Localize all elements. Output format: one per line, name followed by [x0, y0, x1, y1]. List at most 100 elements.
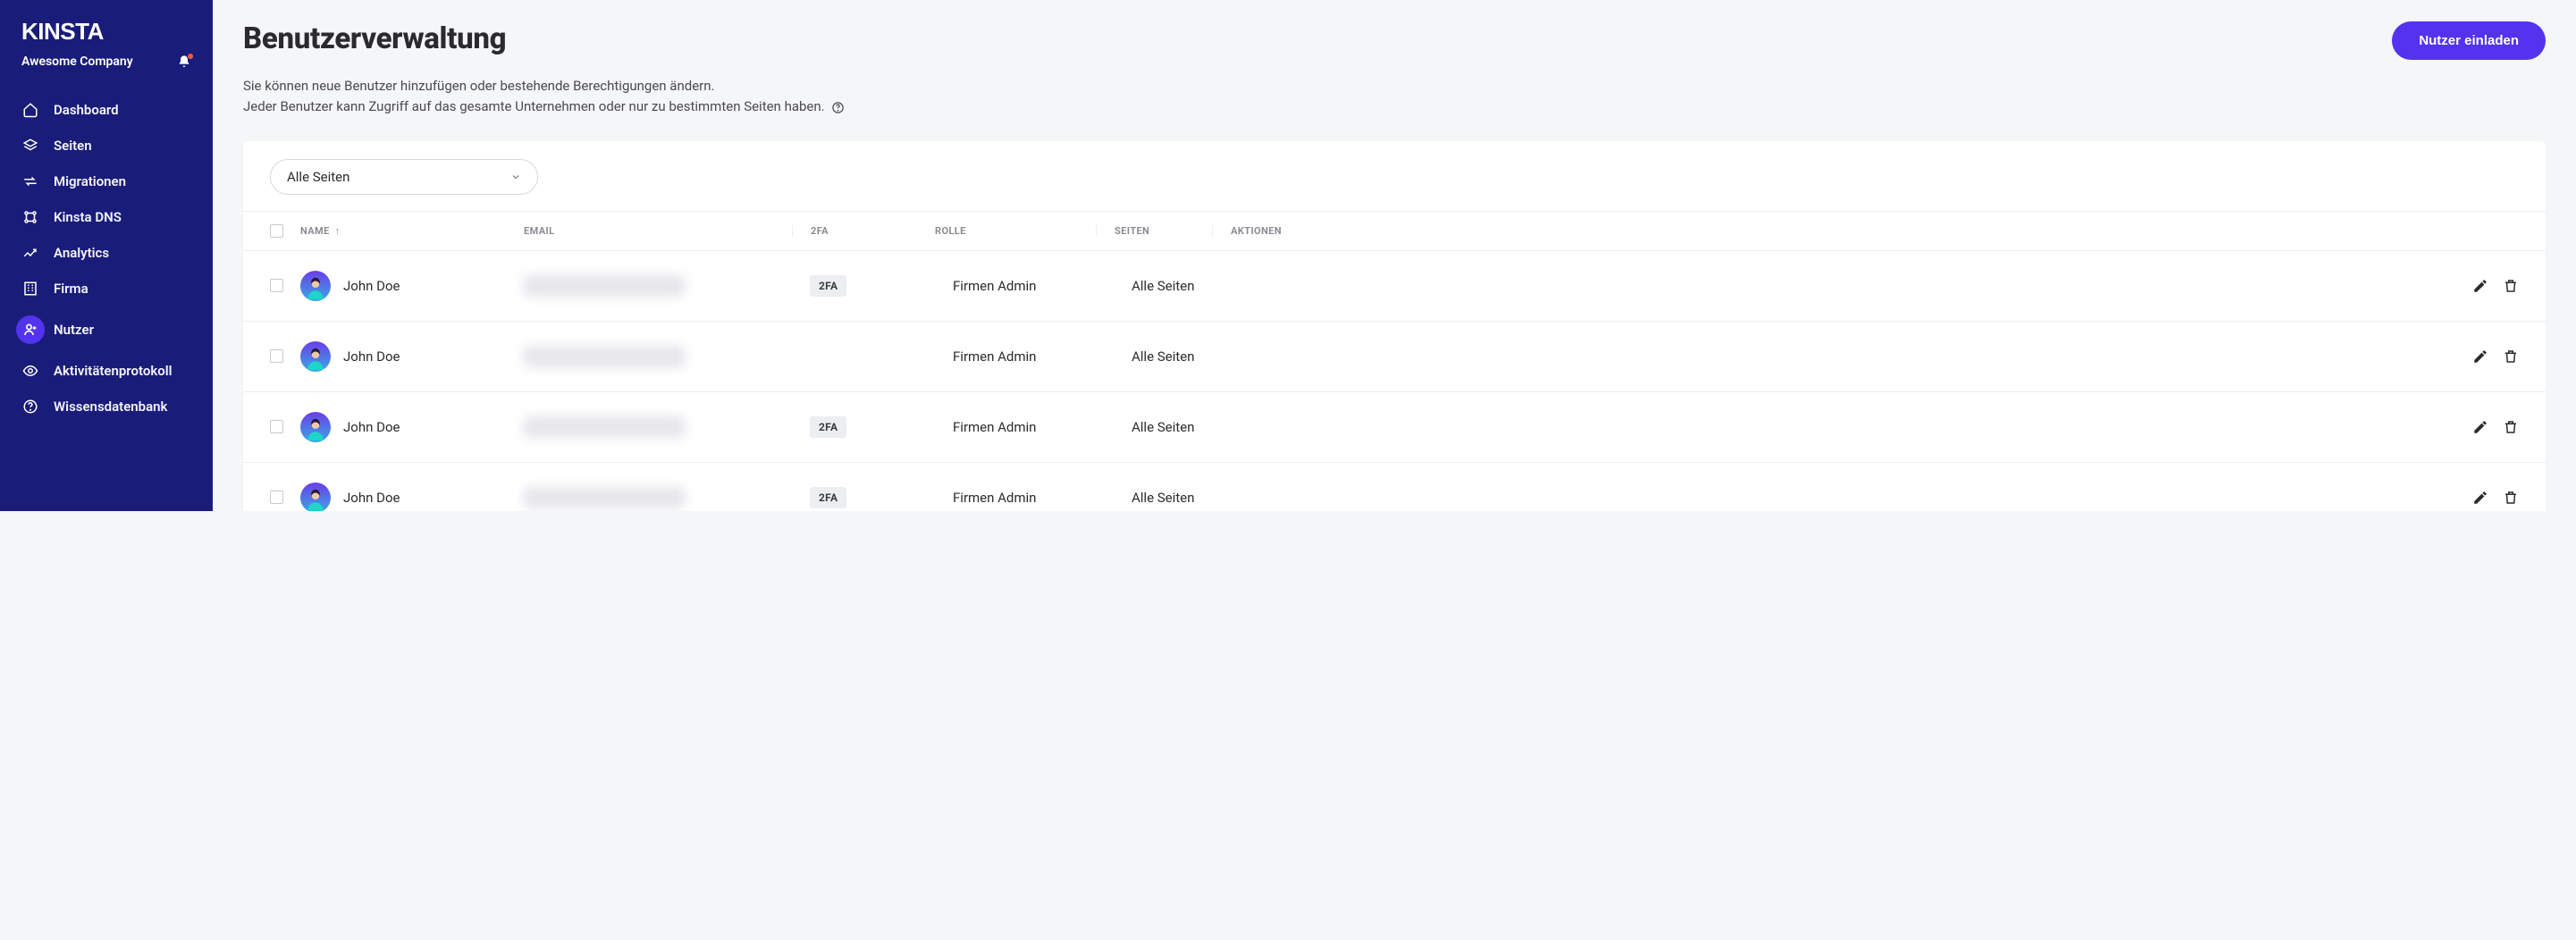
avatar-illustration	[304, 345, 327, 372]
company-name: Awesome Company	[21, 55, 133, 69]
invite-user-button[interactable]: Nutzer einladen	[2392, 21, 2546, 60]
row-actions-cell	[2472, 278, 2519, 294]
row-name-cell: John Doe	[300, 341, 524, 372]
trash-icon	[2503, 278, 2519, 294]
delete-button[interactable]	[2503, 348, 2519, 365]
user-name: John Doe	[343, 278, 400, 294]
users-panel: Alle Seiten NAME ↑ EMAIL 2FA ROLLE SEITE…	[243, 141, 2546, 512]
sidebar-item-label: Firma	[54, 281, 88, 297]
row-email-cell	[524, 416, 810, 438]
panel-filters: Alle Seiten	[243, 141, 2546, 211]
row-email-cell	[524, 346, 810, 367]
row-checkbox[interactable]	[270, 491, 283, 504]
col-label: EMAIL	[524, 225, 554, 237]
help-icon	[21, 398, 39, 415]
migrate-icon	[21, 172, 39, 190]
page-title: Benutzerverwaltung	[243, 21, 506, 56]
edit-button[interactable]	[2472, 490, 2488, 506]
chart-icon	[21, 244, 39, 262]
user-name: John Doe	[343, 490, 400, 506]
trash-icon	[2503, 348, 2519, 365]
pencil-icon	[2472, 348, 2488, 365]
sidebar-item-aktivitaeten[interactable]: Aktivitätenprotokoll	[9, 353, 204, 389]
header-row: Benutzerverwaltung Nutzer einladen	[243, 21, 2546, 60]
layers-icon	[21, 137, 39, 155]
row-name-cell: John Doe	[300, 271, 524, 301]
col-head-email[interactable]: EMAIL	[524, 225, 810, 237]
select-value: Alle Seiten	[287, 169, 349, 185]
row-role-cell: Firmen Admin	[953, 348, 1132, 365]
col-head-name[interactable]: NAME ↑	[300, 225, 524, 237]
pencil-icon	[2472, 278, 2488, 294]
row-actions-cell	[2472, 419, 2519, 435]
table-row: John Doe Firmen Admin Alle Seiten	[243, 322, 2546, 392]
email-redacted	[524, 416, 685, 438]
sidebar-item-firma[interactable]: Firma	[9, 271, 204, 306]
col-head-role[interactable]: ROLLE	[935, 225, 1114, 237]
delete-button[interactable]	[2503, 419, 2519, 435]
table-row: John Doe 2FA Firmen Admin Alle Seiten	[243, 251, 2546, 322]
edit-button[interactable]	[2472, 348, 2488, 365]
select-all-checkbox[interactable]	[270, 224, 283, 238]
delete-button[interactable]	[2503, 490, 2519, 506]
trash-icon	[2503, 419, 2519, 435]
main-content: Benutzerverwaltung Nutzer einladen Sie k…	[213, 0, 2576, 511]
sidebar-item-wissensdatenbank[interactable]: Wissensdatenbank	[9, 389, 204, 424]
sidebar-item-dns[interactable]: Kinsta DNS	[9, 199, 204, 235]
row-email-cell	[524, 487, 810, 508]
row-name-cell: John Doe	[300, 412, 524, 442]
table-body: John Doe 2FA Firmen Admin Alle Seiten	[243, 251, 2546, 512]
sidebar-item-analytics[interactable]: Analytics	[9, 235, 204, 271]
delete-button[interactable]	[2503, 278, 2519, 294]
edit-button[interactable]	[2472, 278, 2488, 294]
row-check-cell	[270, 349, 300, 363]
sidebar-item-label: Nutzer	[54, 322, 94, 338]
sidebar-item-label: Analytics	[54, 245, 109, 261]
logo: KINSTA	[0, 18, 213, 51]
col-label: AKTIONEN	[1231, 225, 1282, 237]
row-role-cell: Firmen Admin	[953, 419, 1132, 435]
edit-button[interactable]	[2472, 419, 2488, 435]
table-header: NAME ↑ EMAIL 2FA ROLLE SEITEN AKTIONEN	[243, 211, 2546, 251]
col-label: 2FA	[811, 225, 829, 237]
row-email-cell	[524, 275, 810, 297]
twofa-badge: 2FA	[810, 487, 846, 508]
notifications-button[interactable]	[177, 55, 191, 69]
row-role-cell: Firmen Admin	[953, 278, 1132, 294]
row-check-cell	[270, 420, 300, 433]
col-label: NAME	[300, 225, 330, 237]
row-checkbox[interactable]	[270, 420, 283, 433]
sidebar-item-label: Aktivitätenprotokoll	[54, 363, 173, 379]
row-actions-cell	[2472, 490, 2519, 506]
filter-sites-select[interactable]: Alle Seiten	[270, 159, 538, 195]
sidebar-item-nutzer[interactable]: Nutzer	[9, 306, 204, 353]
sidebar-item-dashboard[interactable]: Dashboard	[9, 92, 204, 128]
avatar	[300, 341, 331, 372]
row-checkbox[interactable]	[270, 349, 283, 363]
sort-asc-icon: ↑	[335, 225, 341, 237]
row-sites-cell: Alle Seiten	[1132, 278, 1266, 294]
row-sites-cell: Alle Seiten	[1132, 419, 1266, 435]
row-checkbox[interactable]	[270, 279, 283, 292]
row-2fa-cell: 2FA	[810, 275, 953, 297]
dns-icon	[21, 208, 39, 226]
sidebar-item-migrationen[interactable]: Migrationen	[9, 164, 204, 199]
home-icon	[21, 101, 39, 119]
sidebar-item-seiten[interactable]: Seiten	[9, 128, 204, 164]
avatar	[300, 412, 331, 442]
notification-dot	[187, 53, 194, 60]
row-check-cell	[270, 491, 300, 504]
table-row: John Doe 2FA Firmen Admin Alle Seiten	[243, 392, 2546, 463]
table-row: John Doe 2FA Firmen Admin Alle Seiten	[243, 463, 2546, 512]
sidebar-item-label: Seiten	[54, 138, 92, 154]
pencil-icon	[2472, 490, 2488, 506]
col-label: ROLLE	[935, 225, 966, 237]
sidebar-item-label: Kinsta DNS	[54, 209, 122, 225]
col-head-check	[270, 224, 300, 238]
row-check-cell	[270, 279, 300, 292]
subtitle-line-2: Jeder Benutzer kann Zugriff auf das gesa…	[243, 98, 825, 114]
col-head-2fa[interactable]: 2FA	[792, 225, 935, 237]
user-name: John Doe	[343, 348, 400, 365]
col-head-sites[interactable]: SEITEN	[1096, 225, 1230, 237]
help-tooltip-icon[interactable]	[831, 101, 845, 114]
